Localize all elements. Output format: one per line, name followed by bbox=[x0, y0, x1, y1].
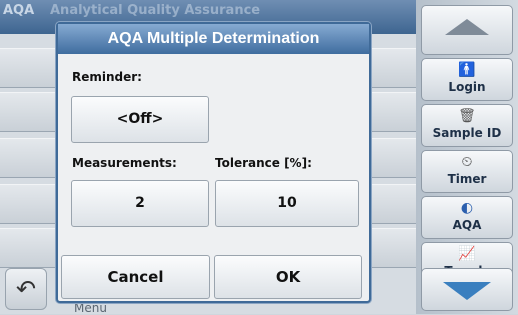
measurements-label: Measurements: bbox=[72, 156, 177, 170]
app-abbrev: AQA bbox=[3, 3, 35, 18]
undo-icon: ↶ bbox=[15, 275, 37, 303]
tolerance-value: 10 bbox=[277, 195, 297, 211]
aqa-button[interactable]: ◐ AQA bbox=[421, 196, 513, 239]
timer-label: Timer bbox=[447, 172, 487, 186]
tolerance-button[interactable]: 10 bbox=[215, 180, 359, 227]
reminder-button[interactable]: <Off> bbox=[71, 96, 209, 143]
sample-id-icon: 🗑 bbox=[458, 108, 476, 124]
arrow-down-icon bbox=[443, 282, 491, 300]
person-icon: 🚹 bbox=[458, 62, 476, 78]
measurements-button[interactable]: 2 bbox=[71, 180, 209, 227]
reminder-label: Reminder: bbox=[72, 70, 142, 84]
aqa-label: AQA bbox=[452, 218, 482, 232]
right-sidebar: 🚹 Login 🗑 Sample ID ⏲ Timer ◐ AQA 📈 Tren… bbox=[416, 0, 518, 314]
timer-button[interactable]: ⏲ Timer bbox=[421, 150, 513, 193]
login-label: Login bbox=[448, 80, 486, 94]
login-button[interactable]: 🚹 Login bbox=[421, 58, 513, 101]
reminder-value: <Off> bbox=[116, 111, 164, 127]
multiple-determination-dialog: AQA Multiple Determination Reminder: <Of… bbox=[56, 22, 371, 303]
scroll-down-button[interactable] bbox=[421, 268, 513, 311]
tolerance-label: Tolerance [%]: bbox=[215, 156, 312, 170]
timer-icon: ⏲ bbox=[461, 154, 473, 170]
ok-label: OK bbox=[275, 268, 301, 286]
cancel-label: Cancel bbox=[107, 268, 164, 286]
dialog-title: AQA Multiple Determination bbox=[58, 24, 369, 54]
undo-button[interactable]: ↶ bbox=[5, 268, 47, 310]
sample-id-button[interactable]: 🗑 Sample ID bbox=[421, 104, 513, 147]
aqa-icon: ◐ bbox=[460, 200, 474, 216]
cancel-button[interactable]: Cancel bbox=[61, 255, 210, 299]
sample-id-label: Sample ID bbox=[432, 126, 502, 140]
arrow-up-icon bbox=[445, 19, 489, 35]
screen-title: Analytical Quality Assurance bbox=[50, 3, 261, 18]
trends-icon: 📈 bbox=[458, 246, 476, 262]
menu-label: Menu bbox=[74, 301, 107, 315]
scroll-up-button[interactable] bbox=[421, 5, 513, 55]
measurements-value: 2 bbox=[135, 195, 145, 211]
ok-button[interactable]: OK bbox=[214, 255, 362, 299]
